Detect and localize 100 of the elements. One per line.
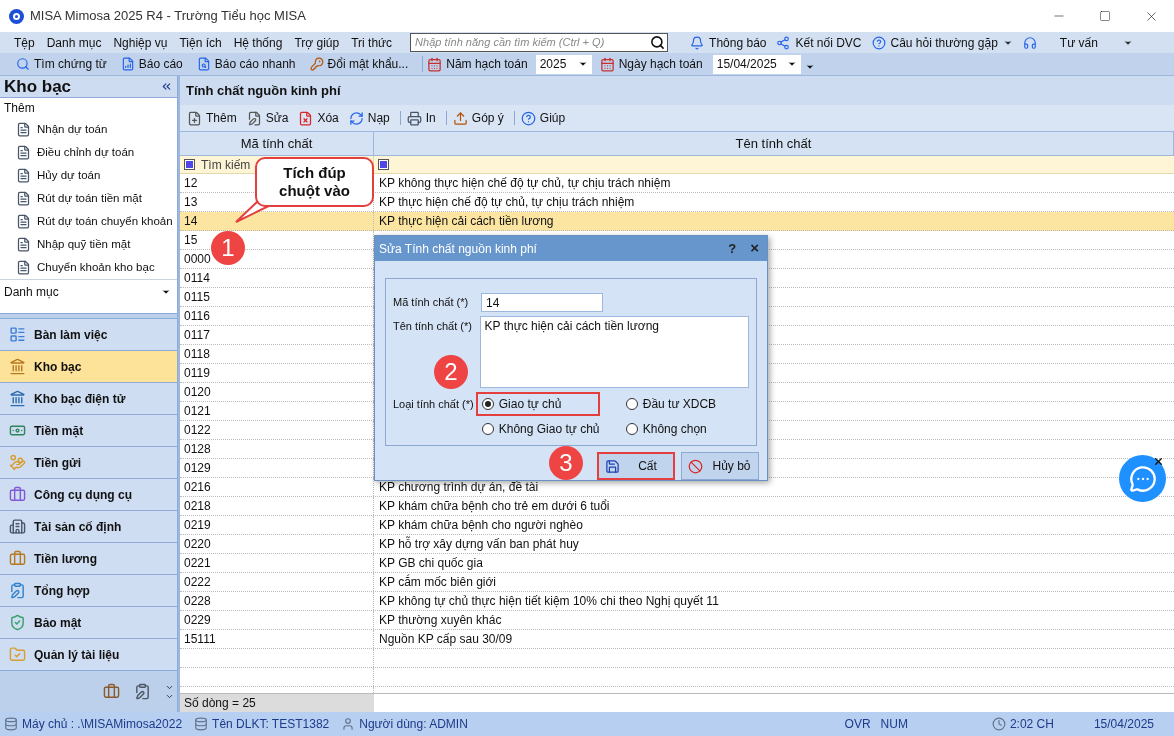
save-button[interactable]: Cất xyxy=(597,452,675,480)
search-icon[interactable] xyxy=(650,35,666,50)
nav-item[interactable]: Quản lý tài liệu xyxy=(0,639,177,671)
file-delete-icon xyxy=(298,110,314,126)
network-icon[interactable] xyxy=(776,35,791,50)
table-row[interactable]: 0222 KP cắm mốc biên giới xyxy=(180,573,1174,592)
toolbar-button[interactable]: Báo cáo nhanh xyxy=(192,53,300,75)
group-label: Thêm xyxy=(3,100,36,117)
nav-item[interactable]: Tiền lương xyxy=(0,543,177,575)
menu-item[interactable]: Câu hỏi thường gặp xyxy=(890,33,998,52)
status-text: NUM xyxy=(880,716,908,733)
table-row[interactable]: 0221 KP GB chi quốc gia xyxy=(180,554,1174,573)
sidebar-item[interactable]: Chuyển khoản kho bạc xyxy=(0,256,177,279)
filter-placeholder[interactable]: Tìm kiếm xyxy=(201,155,251,174)
radio-icon[interactable] xyxy=(481,423,494,435)
nav-item[interactable]: Kho bạc điện tử xyxy=(0,383,177,415)
menu-item[interactable]: Tư vấn xyxy=(1059,33,1098,52)
table-cell-text: KP hỗ trợ xây dựng vấn ban phát huy xyxy=(378,535,579,553)
document-icon xyxy=(16,122,31,137)
nav-item[interactable]: Kho bạc xyxy=(0,351,177,383)
year-dropdown[interactable]: 2025 xyxy=(535,54,592,74)
briefcase-icon[interactable] xyxy=(103,683,120,700)
radio-option[interactable]: Giao tự chủ xyxy=(475,392,600,416)
report-icon xyxy=(120,57,135,71)
chat-icon xyxy=(1128,464,1157,493)
radio-option[interactable]: Không Giao tự chủ xyxy=(475,417,600,441)
status-text: Người dùng: ADMIN xyxy=(359,716,468,733)
toolbar-button[interactable]: Xóa xyxy=(295,107,342,129)
nav-item[interactable]: Tổng hợp xyxy=(0,575,177,607)
nav-item[interactable]: Tiền mặt xyxy=(0,415,177,447)
table-row[interactable]: 0219 KP khám chữa bệnh cho người nghèo xyxy=(180,516,1174,535)
toolbar-button[interactable]: Đổi mật khẩu... xyxy=(305,53,413,75)
toolbar-button[interactable]: Tìm chứng từ xyxy=(12,53,111,75)
sidebar-item[interactable]: Hủy dự toán xyxy=(0,164,177,187)
database-icon xyxy=(194,717,209,731)
status-text: 15/04/2025 xyxy=(1093,716,1154,733)
calendar-icon xyxy=(427,56,443,72)
cancel-button[interactable]: Hủy bỏ xyxy=(681,452,759,480)
menu-item[interactable]: Kết nối DVC xyxy=(795,33,862,52)
table-row[interactable]: 14 KP thực hiện cải cách tiền lương xyxy=(180,212,1174,231)
sidebar-item[interactable]: Nhập quỹ tiền mặt xyxy=(0,233,177,256)
toolbar-button[interactable]: In xyxy=(403,107,439,129)
table-row[interactable]: 0220 KP hỗ trợ xây dựng vấn ban phát huy xyxy=(180,535,1174,554)
table-row[interactable]: 15111 Nguồn KP cấp sau 30/09 xyxy=(180,630,1174,649)
date-dropdown[interactable]: 15/04/2025 xyxy=(712,54,801,74)
menu-item[interactable]: Danh mục xyxy=(40,33,108,52)
dropdown-caret-icon[interactable] xyxy=(161,287,171,297)
table-row[interactable]: 0218 KP khám chữa bệnh cho trẻ em dưới 6 tuổi xyxy=(180,497,1174,516)
close-button[interactable]: × xyxy=(750,237,759,260)
column-header[interactable]: Tên tính chất xyxy=(374,132,1174,155)
help-icon[interactable] xyxy=(871,35,886,50)
bell-icon[interactable] xyxy=(690,35,705,50)
filter-icon[interactable] xyxy=(184,159,195,170)
building-icon xyxy=(9,518,26,535)
table-cell-text: KP thường xuyên khác xyxy=(378,612,502,629)
toolbar-button[interactable]: Sửa xyxy=(243,107,292,129)
menu-item[interactable]: Tiện ích xyxy=(173,33,228,52)
sidebar-item[interactable]: Rút dự toán chuyển khoản xyxy=(0,210,177,233)
close-icon[interactable] xyxy=(1153,456,1164,467)
table-cell-text: KP không thực hiện chế độ tự chủ, tự chịu trách nhiệm xyxy=(378,175,671,192)
table-cell-text: KP không tự chủ thực hiện tiết kiệm 10% chi theo Nghị quyết 11 xyxy=(378,593,719,610)
filter-icon[interactable] xyxy=(378,159,389,170)
toolbar-button[interactable]: Góp ý xyxy=(449,107,507,129)
table-row[interactable]: 0228 KP không tự chủ thực hiện tiết kiệm 10% chi theo Nghị quyết 11 xyxy=(180,592,1174,611)
nav-item[interactable]: Tài sản cố định xyxy=(0,511,177,543)
menu-item[interactable]: Nghiệp vụ xyxy=(107,33,174,52)
sidebar-item[interactable]: Nhận dự toán xyxy=(0,118,177,141)
radio-icon[interactable] xyxy=(481,398,494,410)
menu-item[interactable]: Thông báo xyxy=(709,33,767,52)
sidebar-item[interactable]: Rút dự toán tiền mặt xyxy=(0,187,177,210)
toolbar-button[interactable]: Giúp xyxy=(517,107,569,129)
toolbar-button[interactable]: Báo cáo xyxy=(116,53,187,75)
radio-icon[interactable] xyxy=(625,398,638,410)
table-row[interactable]: 0229 KP thường xuyên khác xyxy=(180,611,1174,630)
menu-item[interactable]: Trợ giúp xyxy=(288,33,346,52)
toolbar-button[interactable]: Nạp xyxy=(345,107,393,129)
status-text: OVR xyxy=(844,716,871,733)
radio-icon[interactable] xyxy=(625,423,638,435)
sidebar-item[interactable]: Điều chỉnh dự toán xyxy=(0,141,177,164)
code-input[interactable]: 14 xyxy=(481,293,603,312)
nav-item[interactable]: Bảo mật xyxy=(0,607,177,639)
radio-option[interactable]: Đầu tư XDCB xyxy=(619,392,750,416)
nav-item[interactable]: Công cụ dụng cụ xyxy=(0,479,177,511)
toolbar-button[interactable]: Thêm xyxy=(184,107,240,129)
menu-item[interactable]: Hệ thống xyxy=(227,33,289,52)
help-button[interactable]: ? xyxy=(728,238,737,259)
search-field[interactable]: Nhập tính năng cần tìm kiếm (Ctrl + Q) xyxy=(410,33,669,52)
name-input[interactable]: KP thực hiện cải cách tiền lương xyxy=(479,316,749,388)
clock-icon xyxy=(991,717,1006,731)
collapse-icon[interactable] xyxy=(160,80,173,93)
clipboard-pen-icon[interactable] xyxy=(134,683,151,700)
menu-item[interactable]: Tệp xyxy=(8,33,41,52)
radio-option[interactable]: Không chọn xyxy=(619,417,750,441)
document-icon xyxy=(16,260,31,275)
column-header[interactable]: Mã tính chất xyxy=(180,132,374,155)
nav-item[interactable]: Bàn làm việc xyxy=(0,319,177,351)
nav-item[interactable]: Tiền gửi xyxy=(0,447,177,479)
menu-item[interactable]: Tri thức xyxy=(345,33,399,52)
overflow-icon[interactable] xyxy=(804,62,815,72)
headset-icon[interactable] xyxy=(1022,35,1037,50)
